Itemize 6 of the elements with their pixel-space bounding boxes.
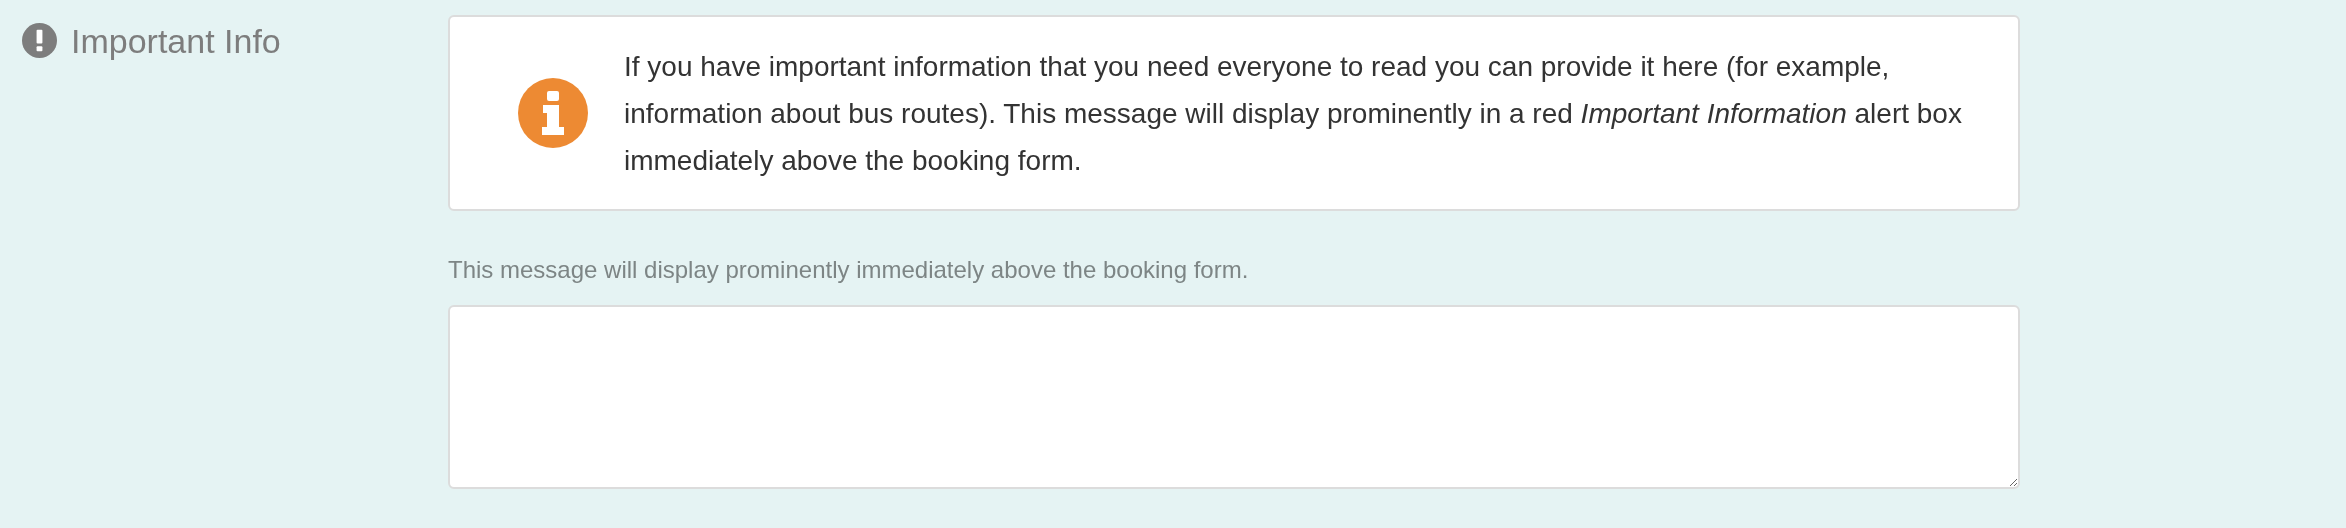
info-icon [518,78,588,148]
info-message: If you have important information that you need everyone to read you can provide it here (for example, information about bus routes). This message will display prominently in a red Important Information alert box immediately above the booking form. [624,49,1963,178]
alert-icon [22,23,57,58]
message-field[interactable] [448,305,2020,489]
field-label: Important Info [71,21,281,61]
help-text: This message will display prominently immediately above the booking form. [448,255,1250,285]
